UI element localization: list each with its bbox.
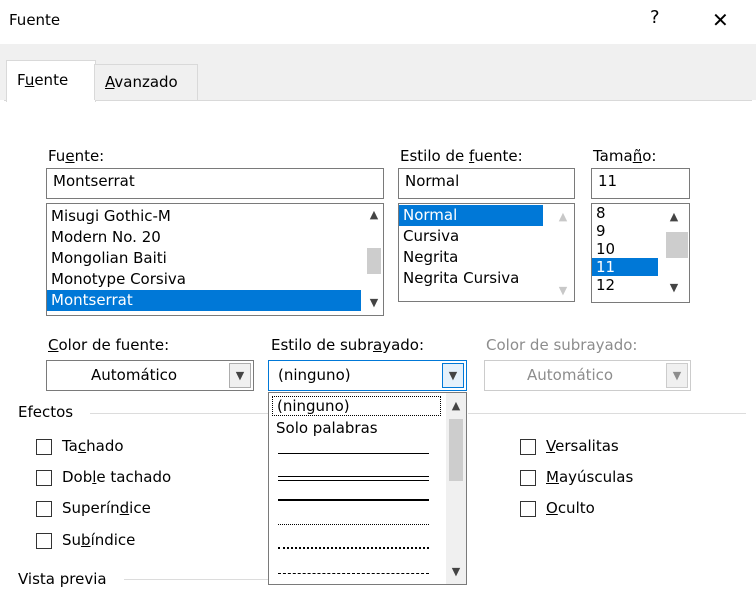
scroll-up-icon[interactable]: ▲	[447, 399, 465, 412]
size-scrollbar[interactable]: ▲ ▼	[659, 204, 689, 302]
scroll-up-icon: ▲	[558, 210, 568, 223]
font-list-item-selected[interactable]: Montserrat	[47, 290, 361, 311]
font-label: Fuente:	[48, 147, 105, 165]
scroll-thumb[interactable]	[449, 419, 463, 481]
close-button[interactable]: ✕	[712, 8, 729, 32]
dialog-title: Fuente	[9, 11, 61, 29]
style-label: Estilo de fuente:	[400, 147, 523, 165]
checkbox-box[interactable]	[36, 501, 52, 517]
scroll-thumb[interactable]	[666, 232, 688, 258]
underline-style-label: Estilo de subrayado:	[271, 336, 425, 354]
underline-style-dropdown[interactable]: (ninguno) Solo palabras ▲ ▼	[268, 392, 467, 585]
scroll-up-icon[interactable]: ▲	[365, 208, 383, 221]
preview-label: Vista previa	[18, 570, 107, 588]
style-input[interactable]: Normal	[398, 168, 575, 199]
group-divider	[124, 579, 268, 580]
chevron-down-icon[interactable]: ▼	[229, 363, 251, 388]
font-color-label: Color de fuente:	[48, 336, 170, 354]
style-list[interactable]: Normal Cursiva Negrita Negrita Cursiva ▲…	[398, 203, 575, 302]
underline-style-value: (ninguno)	[278, 366, 351, 384]
style-list-item[interactable]: Cursiva	[399, 226, 574, 247]
tab-divider	[4, 100, 752, 101]
scroll-thumb[interactable]	[367, 248, 381, 274]
size-label: Tamaño:	[593, 147, 657, 165]
scroll-up-icon[interactable]: ▲	[665, 210, 683, 223]
underline-dashed[interactable]	[278, 573, 429, 574]
font-list[interactable]: Misugi Gothic-M Modern No. 20 Mongolian …	[46, 203, 384, 316]
scroll-down-icon[interactable]: ▼	[447, 565, 465, 578]
font-color-value: Automático	[91, 366, 178, 384]
checkbox-box[interactable]	[520, 501, 536, 517]
checkbox-label: Versalitas	[546, 437, 619, 455]
help-button[interactable]: ?	[650, 7, 660, 28]
underline-color-label: Color de subrayado:	[486, 336, 638, 354]
checkbox-label: Mayúsculas	[546, 468, 634, 486]
scroll-down-icon[interactable]: ▼	[365, 296, 383, 309]
underline-thick[interactable]	[278, 499, 429, 501]
font-list-item[interactable]: Misugi Gothic-M	[47, 206, 361, 227]
chevron-down-icon: ▼	[666, 363, 688, 388]
dropdown-item[interactable]: Solo palabras	[276, 419, 378, 437]
size-input[interactable]: 11	[591, 168, 690, 199]
title-bar: Fuente ? ✕	[0, 0, 756, 44]
tab-avanzado[interactable]: Avanzado	[94, 64, 198, 100]
font-list-item[interactable]: Monotype Corsiva	[47, 269, 361, 290]
font-color-combo[interactable]: Automático ▼	[46, 360, 254, 391]
dropdown-item-focused[interactable]: (ninguno)	[272, 396, 441, 416]
font-list-item[interactable]: Mongolian Baiti	[47, 248, 361, 269]
underline-double[interactable]	[278, 476, 429, 481]
style-list-item[interactable]: Negrita	[399, 247, 574, 268]
underline-dotted-thick[interactable]	[278, 547, 429, 549]
size-list[interactable]: 8 9 10 11 12 ▲ ▼	[591, 203, 690, 303]
checkbox-box[interactable]	[36, 439, 52, 455]
underline-single[interactable]	[278, 453, 429, 454]
underline-dotted[interactable]	[278, 524, 429, 525]
size-list-item-selected[interactable]: 11	[592, 258, 658, 276]
checkbox-label: Oculto	[546, 499, 595, 517]
checkbox-box[interactable]	[36, 533, 52, 549]
dropdown-item-label: (ninguno)	[277, 397, 350, 415]
effects-label: Efectos	[18, 403, 74, 421]
font-scrollbar[interactable]: ▲ ▼	[365, 204, 383, 315]
checkbox-box[interactable]	[520, 439, 536, 455]
chevron-down-icon[interactable]: ▼	[442, 363, 464, 388]
style-list-item[interactable]: Negrita Cursiva	[399, 268, 574, 289]
font-input[interactable]: Montserrat	[46, 168, 384, 199]
dropdown-scrollbar[interactable]: ▲ ▼	[446, 393, 466, 584]
group-divider	[90, 413, 270, 414]
underline-style-combo[interactable]: (ninguno) ▼	[268, 360, 467, 391]
tab-avanzado-label: Avanzado	[105, 73, 178, 91]
checkbox-label: Superíndice	[62, 499, 151, 517]
underline-color-combo: Automático ▼	[484, 360, 691, 391]
checkbox-label: Doble tachado	[62, 468, 172, 486]
style-list-item-selected[interactable]: Normal	[399, 205, 543, 226]
checkbox-box[interactable]	[36, 470, 52, 486]
checkbox-box[interactable]	[520, 470, 536, 486]
font-list-item[interactable]: Modern No. 20	[47, 227, 361, 248]
checkbox-label: Tachado	[62, 437, 124, 455]
scroll-down-icon[interactable]: ▼	[665, 281, 683, 294]
checkbox-label: Subíndice	[62, 531, 136, 549]
tab-fuente-label: Fuente	[17, 71, 69, 89]
group-divider	[468, 413, 746, 414]
scroll-down-icon: ▼	[558, 284, 568, 297]
tab-fuente[interactable]: Fuente	[6, 60, 96, 102]
underline-color-value: Automático	[527, 366, 614, 384]
